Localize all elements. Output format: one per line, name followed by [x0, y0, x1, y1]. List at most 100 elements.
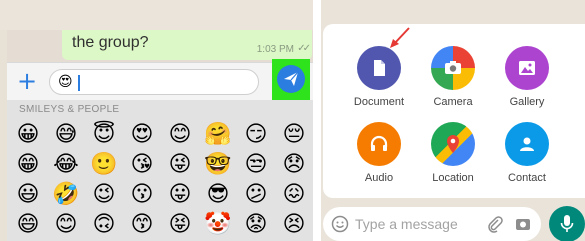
- emoji-key[interactable]: 😞: [275, 150, 313, 180]
- emoji-glyph: 😂: [53, 152, 79, 177]
- screenshot-root: the group? 1:03 PM ✓✓ + 😍 SMILEYS & PEOP…: [0, 0, 585, 241]
- emoji-key[interactable]: 😛: [161, 180, 199, 210]
- emoji-key[interactable]: 😁: [9, 150, 47, 180]
- emoji-key[interactable]: 🤓: [199, 150, 237, 180]
- typed-emoji: 😍: [58, 74, 73, 90]
- emoji-glyph: 😒: [244, 152, 268, 177]
- emoji-glyph: 😟: [244, 212, 268, 237]
- emoji-key[interactable]: 🙃: [85, 210, 123, 240]
- attach-gallery[interactable]: Gallery: [491, 46, 563, 118]
- emoji-glyph: 😎: [206, 182, 230, 207]
- attachment-sheet: Document Camera Gallery Audio Location C…: [323, 24, 585, 198]
- emoji-key[interactable]: 😕: [237, 180, 275, 210]
- emoji-key[interactable]: 😄: [9, 210, 47, 240]
- emoji-glyph: 🤣: [52, 182, 80, 207]
- emoji-key[interactable]: 😖: [275, 180, 313, 210]
- emoji-row: 😀 😅 😇 😍 😊 🤗 😏 😔: [9, 120, 313, 150]
- emoji-key[interactable]: 😜: [161, 150, 199, 180]
- emoji-key[interactable]: 😏: [237, 120, 275, 150]
- emoji-glyph: 😗: [130, 182, 154, 207]
- attach-audio[interactable]: Audio: [343, 122, 415, 194]
- gallery-label: Gallery: [509, 96, 545, 108]
- emoji-glyph: 🙂: [90, 152, 118, 177]
- emoji-glyph: 😘: [130, 152, 154, 177]
- emoji-glyph: 😁: [16, 152, 40, 177]
- emoji-glyph: 😀: [16, 122, 40, 147]
- document-circle: [357, 46, 401, 90]
- emoji-key[interactable]: 😒: [237, 150, 275, 180]
- mic-icon: [560, 215, 574, 232]
- emoji-glyph: 😙: [130, 212, 154, 237]
- emoji-glyph: 😊: [54, 212, 78, 237]
- audio-label: Audio: [364, 172, 394, 184]
- emoji-key[interactable]: 🙂: [85, 150, 123, 180]
- attach-location[interactable]: Location: [417, 122, 489, 194]
- emoji-key[interactable]: 😉: [85, 180, 123, 210]
- android-chat-panel: Document Camera Gallery Audio Location C…: [321, 0, 585, 241]
- emoji-keyboard: SMILEYS & PEOPLE 😀 😅 😇 😍 😊 🤗 😏 😔 😁 😂 🙂 😘 😜 🤓 😒 😞 😃 🤣 😉 😗 😛 😎 😕…: [7, 100, 313, 241]
- emoji-key[interactable]: 😇: [85, 120, 123, 150]
- emoji-key[interactable]: 😔: [275, 120, 313, 150]
- compose-placeholder: Type a message: [355, 216, 458, 232]
- emoji-key[interactable]: 😀: [9, 120, 47, 150]
- plus-button[interactable]: +: [15, 67, 39, 95]
- location-circle: [431, 122, 475, 166]
- outgoing-message-bubble[interactable]: the group? 1:03 PM ✓✓: [62, 30, 312, 60]
- emoji-key[interactable]: 😝: [161, 210, 199, 240]
- attach-contact[interactable]: Contact: [491, 122, 563, 194]
- chat-top-background: [0, 0, 313, 30]
- contact-label: Contact: [508, 172, 546, 184]
- emoji-key[interactable]: 😊: [161, 120, 199, 150]
- attach-clip-icon[interactable]: [486, 215, 504, 233]
- emoji-glyph: 😇: [92, 122, 116, 147]
- emoji-key[interactable]: 😃: [9, 180, 47, 210]
- mic-button[interactable]: [549, 206, 585, 241]
- emoji-glyph: 😏: [244, 122, 268, 147]
- compose-input[interactable]: Type a message: [323, 207, 541, 241]
- location-icon: [447, 135, 459, 153]
- emoji-glyph: 😉: [92, 182, 116, 207]
- emoji-key[interactable]: 😙: [123, 210, 161, 240]
- emoji-key[interactable]: 😟: [237, 210, 275, 240]
- send-button[interactable]: [277, 65, 305, 93]
- emoji-key[interactable]: 🤗: [199, 120, 237, 150]
- emoji-glyph: 😄: [16, 212, 40, 237]
- emoji-glyph: 😃: [16, 182, 40, 207]
- emoji-key[interactable]: 😍: [123, 120, 161, 150]
- emoji-row: 😃 🤣 😉 😗 😛 😎 😕 😖: [9, 180, 313, 210]
- emoji-glyph: 🙃: [92, 212, 116, 237]
- emoji-glyph: 😅: [54, 122, 78, 147]
- message-input[interactable]: 😍: [49, 69, 259, 95]
- panel-divider: [313, 0, 321, 241]
- attach-camera[interactable]: Camera: [417, 46, 489, 118]
- camera-icon: [445, 61, 461, 74]
- emoji-key[interactable]: 😂: [47, 150, 85, 180]
- camera-label: Camera: [433, 96, 473, 108]
- message-input-bar: + 😍: [7, 59, 313, 101]
- emoji-key[interactable]: 😘: [123, 150, 161, 180]
- emoji-key[interactable]: 🤣: [47, 180, 85, 210]
- emoji-key[interactable]: 😅: [47, 120, 85, 150]
- emoji-glyph: 😝: [168, 212, 192, 237]
- camera-circle: [431, 46, 475, 90]
- emoji-glyph: 😜: [168, 152, 192, 177]
- emoji-glyph: 🤓: [204, 152, 232, 177]
- camera-small-icon[interactable]: [515, 216, 531, 232]
- attach-document[interactable]: Document: [343, 46, 415, 118]
- emoji-glyph: 😔: [282, 122, 306, 147]
- gallery-icon: [519, 61, 535, 75]
- emoji-row: 😁 😂 🙂 😘 😜 🤓 😒 😞: [9, 150, 313, 180]
- emoji-glyph: 😣: [282, 212, 306, 237]
- document-label: Document: [353, 96, 405, 108]
- contact-circle: [505, 122, 549, 166]
- emoji-key[interactable]: 😎: [199, 180, 237, 210]
- contact-icon: [520, 137, 534, 151]
- emoji-icon[interactable]: [331, 215, 349, 233]
- emoji-key[interactable]: 😗: [123, 180, 161, 210]
- read-ticks-icon: ✓✓: [297, 43, 311, 54]
- gallery-circle: [505, 46, 549, 90]
- emoji-key[interactable]: 😣: [275, 210, 313, 240]
- send-button-highlight: [272, 59, 310, 101]
- emoji-key[interactable]: 😊: [47, 210, 85, 240]
- emoji-key[interactable]: 🤡: [199, 210, 237, 240]
